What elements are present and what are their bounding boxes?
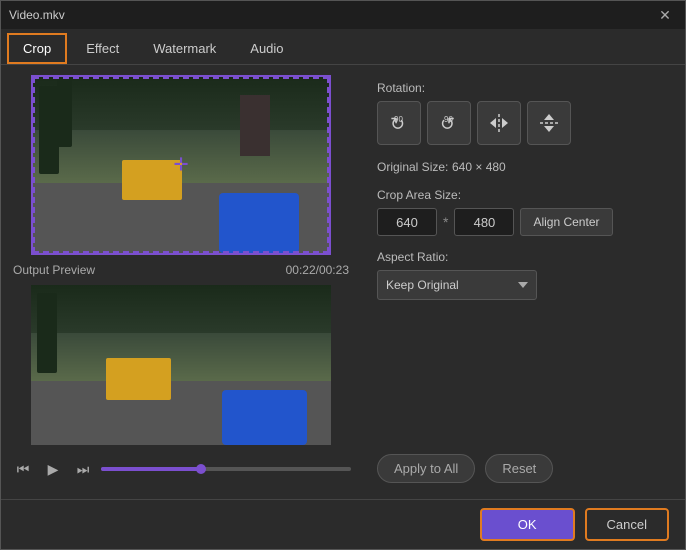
original-size-value: 640 × 480 bbox=[452, 160, 506, 174]
spacer bbox=[377, 314, 669, 440]
truck2 bbox=[106, 358, 171, 400]
rotate-cw-button[interactable]: ↻ 90 bbox=[377, 101, 421, 145]
aspect-select-wrapper: Keep Original 16:9 4:3 1:1 9:16 bbox=[377, 270, 537, 300]
crop-height-input[interactable] bbox=[454, 208, 514, 236]
aspect-ratio-label: Aspect Ratio: bbox=[377, 250, 669, 264]
next-frame-button[interactable]: ⏭ bbox=[71, 457, 95, 481]
timestamp: 00:22/00:23 bbox=[286, 263, 349, 277]
action-row: Apply to All Reset bbox=[377, 454, 669, 483]
output-preview bbox=[31, 285, 331, 445]
sky-bg2 bbox=[31, 285, 331, 333]
progress-fill bbox=[101, 467, 201, 471]
progress-bar[interactable] bbox=[101, 467, 351, 471]
original-size-label-text: Original Size: bbox=[377, 160, 448, 174]
output-preview-label: Output Preview bbox=[13, 263, 95, 277]
crop-width-input[interactable] bbox=[377, 208, 437, 236]
tab-effect[interactable]: Effect bbox=[71, 34, 134, 63]
rotation-label: Rotation: bbox=[377, 81, 669, 95]
close-button[interactable]: ✕ bbox=[653, 3, 677, 27]
align-center-button[interactable]: Align Center bbox=[520, 208, 612, 236]
crop-area-label: Crop Area Size: bbox=[377, 188, 669, 202]
original-size-section: Original Size: 640 × 480 bbox=[377, 159, 669, 174]
svg-text:90: 90 bbox=[444, 115, 453, 124]
tab-watermark[interactable]: Watermark bbox=[138, 34, 231, 63]
play-button[interactable]: ▶ bbox=[41, 457, 65, 481]
main-content: ✛ Output Preview 00:22/00:23 bbox=[1, 65, 685, 499]
flip-vertical-button[interactable] bbox=[527, 101, 571, 145]
tab-bar: Crop Effect Watermark Audio bbox=[1, 29, 685, 65]
rotation-buttons: ↻ 90 ↺ 90 bbox=[377, 101, 669, 145]
tab-crop[interactable]: Crop bbox=[7, 33, 67, 64]
crop-preview: ✛ bbox=[31, 75, 331, 255]
right-panel: Rotation: ↻ 90 ↺ 90 bbox=[361, 65, 685, 499]
size-separator: * bbox=[443, 214, 448, 230]
main-dialog: Video.mkv ✕ Crop Effect Watermark Audio bbox=[0, 0, 686, 550]
progress-thumb bbox=[196, 464, 206, 474]
flip-horizontal-button[interactable] bbox=[477, 101, 521, 145]
preview-video: ✛ bbox=[33, 77, 329, 253]
tab-audio[interactable]: Audio bbox=[235, 34, 298, 63]
ok-button[interactable]: OK bbox=[480, 508, 575, 541]
apply-to-all-button[interactable]: Apply to All bbox=[377, 454, 475, 483]
cancel-button[interactable]: Cancel bbox=[585, 508, 669, 541]
prev-frame-button[interactable]: ⏮ bbox=[11, 457, 35, 481]
reset-button[interactable]: Reset bbox=[485, 454, 553, 483]
aspect-ratio-select[interactable]: Keep Original 16:9 4:3 1:1 9:16 bbox=[377, 270, 537, 300]
output-label-row: Output Preview 00:22/00:23 bbox=[11, 263, 351, 277]
player-controls: ⏮ ▶ ⏭ bbox=[11, 453, 351, 485]
title-bar: Video.mkv ✕ bbox=[1, 1, 685, 29]
rotate-ccw-button[interactable]: ↺ 90 bbox=[427, 101, 471, 145]
output-video bbox=[31, 285, 331, 445]
aspect-ratio-section: Aspect Ratio: Keep Original 16:9 4:3 1:1… bbox=[377, 250, 669, 300]
svg-text:90: 90 bbox=[394, 115, 403, 124]
barrel2 bbox=[222, 390, 307, 445]
bottom-bar: OK Cancel bbox=[1, 499, 685, 549]
tree-left3 bbox=[37, 293, 57, 373]
crop-crosshair: ✛ bbox=[173, 155, 188, 176]
rotation-section: Rotation: ↻ 90 ↺ 90 bbox=[377, 81, 669, 145]
crop-area-row: * Align Center bbox=[377, 208, 669, 236]
title-filename: Video.mkv bbox=[9, 8, 65, 22]
crop-area-section: Crop Area Size: * Align Center bbox=[377, 188, 669, 236]
left-panel: ✛ Output Preview 00:22/00:23 bbox=[1, 65, 361, 499]
